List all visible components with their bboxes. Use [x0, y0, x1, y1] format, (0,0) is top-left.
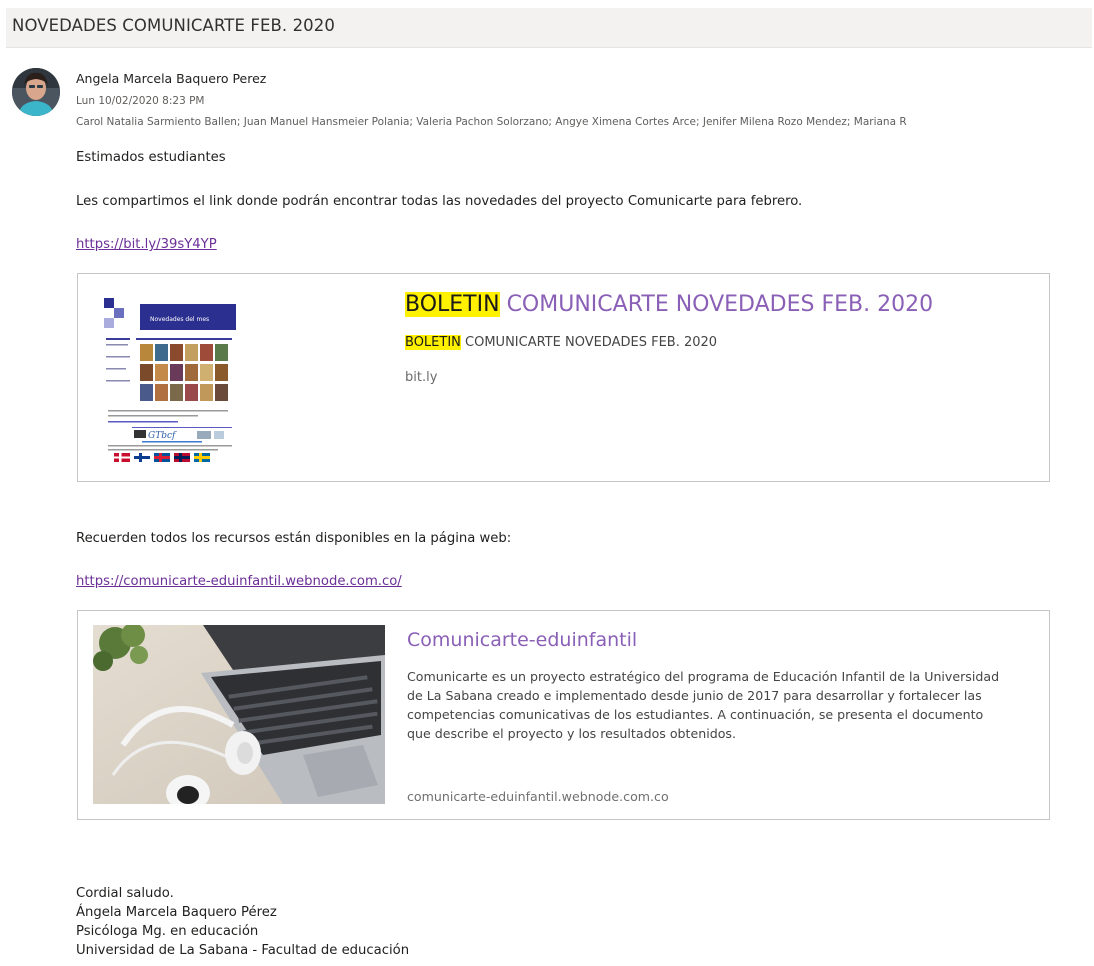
- link-webnode[interactable]: https://comunicarte-eduinfantil.webnode.…: [76, 574, 402, 589]
- signature-org: Universidad de La Sabana - Facultad de e…: [76, 943, 410, 958]
- signature-closing: Cordial saludo.: [76, 886, 174, 901]
- link-bitly[interactable]: https://bit.ly/39sY4YP: [76, 237, 217, 252]
- title-rest: COMUNICARTE NOVEDADES FEB. 2020: [499, 292, 934, 317]
- thumbnail-heading: Novedades del mes: [150, 316, 209, 323]
- link-preview-card-bitly[interactable]: Novedades del mes GTbcf BOLETIN COMUNICA…: [77, 273, 1050, 482]
- subtitle-rest: COMUNICARTE NOVEDADES FEB. 2020: [460, 335, 718, 350]
- signature-role: Psicóloga Mg. en educación: [76, 924, 259, 939]
- recipients-list[interactable]: Carol Natalia Sarmiento Ballen; Juan Man…: [76, 116, 1094, 128]
- svg-text:GTbcf: GTbcf: [148, 431, 177, 441]
- laptop-headphones-thumbnail[interactable]: [93, 625, 385, 804]
- subject-bar: NOVEDADES COMUNICARTE FEB. 2020: [6, 8, 1092, 48]
- reminder-text: Recuerden todos los recursos están dispo…: [76, 531, 512, 546]
- card-description-webnode: Comunicarte es un proyecto estratégico d…: [407, 669, 1000, 741]
- sender-name[interactable]: Angela Marcela Baquero Perez: [76, 71, 266, 86]
- sent-date: Lun 10/02/2020 8:23 PM: [76, 95, 205, 107]
- boletin-thumbnail[interactable]: Novedades del mes GTbcf: [102, 290, 238, 462]
- boletin-thumbnail-image: Novedades del mes GTbcf: [102, 290, 238, 462]
- intro-text: Les compartimos el link donde podrán enc…: [76, 194, 803, 209]
- card-description-boletin: BOLETIN COMUNICARTE NOVEDADES FEB. 2020: [405, 335, 717, 350]
- greeting-text: Estimados estudiantes: [76, 150, 226, 165]
- card-domain-webnode: comunicarte-eduinfantil.webnode.com.co: [407, 789, 669, 804]
- signature-name: Ángela Marcela Baquero Pérez: [76, 905, 277, 920]
- signature-block: Cordial saludo. Ángela Marcela Baquero P…: [76, 884, 409, 960]
- card-title-webnode[interactable]: Comunicarte-eduinfantil: [407, 629, 637, 651]
- link-preview-card-webnode[interactable]: Comunicarte-eduinfantil Comunicarte es u…: [77, 610, 1050, 820]
- email-subject: NOVEDADES COMUNICARTE FEB. 2020: [12, 16, 335, 35]
- subtitle-highlight: BOLETIN: [405, 335, 461, 350]
- sender-avatar[interactable]: [12, 68, 60, 116]
- avatar-photo: [12, 68, 60, 116]
- card-title-boletin[interactable]: BOLETIN COMUNICARTE NOVEDADES FEB. 2020: [405, 292, 933, 317]
- laptop-headphones-image: [93, 625, 385, 804]
- title-highlight: BOLETIN: [405, 292, 500, 317]
- card-domain-bitly: bit.ly: [405, 370, 438, 385]
